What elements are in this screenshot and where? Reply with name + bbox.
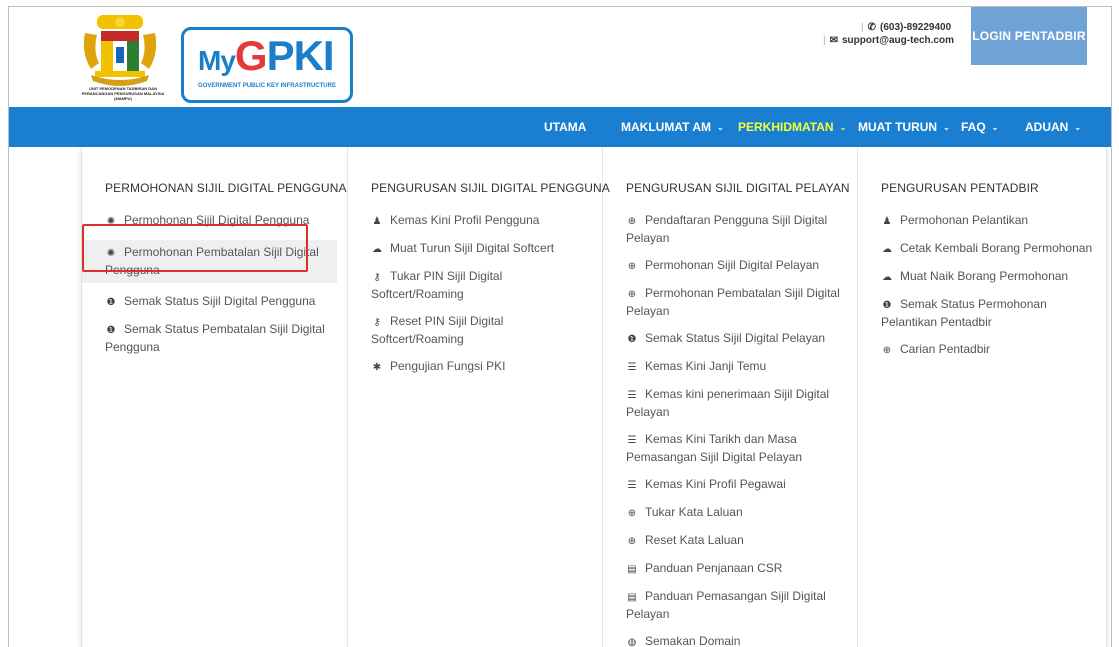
user-icon: ♟ (882, 216, 892, 227)
menu-item[interactable]: ❶ Semak Status Sijil Digital Pelayan (626, 330, 849, 348)
chevron-down-icon: ⌄ (839, 122, 847, 132)
chevron-down-icon: ⌄ (991, 122, 999, 132)
nav-maklumat-am[interactable]: MAKLUMAT AM ⌄ (621, 107, 724, 147)
info-icon: ❶ (627, 334, 637, 345)
menu-item[interactable]: ⊕ Tukar Kata Laluan (626, 504, 849, 522)
menu-column-pengurusan-pelayan: PENGURUSAN SIJIL DIGITAL PELAYAN ⊕ Pendaf… (603, 147, 858, 647)
menu-item[interactable]: ⊕ Reset Kata Laluan (626, 532, 849, 550)
mygpki-logo[interactable]: MyGPKI GOVERNMENT PUBLIC KEY INFRASTRUCT… (181, 27, 353, 103)
menu-item[interactable]: ♟ Permohonan Pelantikan (881, 212, 1098, 230)
nav-utama[interactable]: UTAMA (544, 107, 586, 147)
menu-item[interactable]: ❶ Semak Status Pembatalan Sijil Digital P… (105, 321, 329, 356)
nav-muat-turun[interactable]: MUAT TURUN ⌄ (858, 107, 950, 147)
crest-caption: UNIT PEMODENAN TADBIRAN DAN PERANCANGAN … (81, 86, 165, 101)
user-icon: ♟ (372, 216, 382, 227)
contact-info: | ✆ (603)-89229400 | ✉ support@aug-tech.… (823, 21, 954, 47)
lock-icon: ⊕ (627, 536, 637, 547)
menu-item[interactable]: ☁ Muat Naik Borang Permohonan (881, 268, 1098, 286)
info-icon: ❶ (882, 300, 892, 311)
info-icon: ❶ (106, 297, 116, 308)
lock-icon: ⊕ (627, 508, 637, 519)
key-icon: ⚷ (373, 272, 381, 283)
highlight-annotation-box (82, 224, 308, 272)
logo-wordmark: MyGPKI (198, 32, 335, 79)
main-navbar: UTAMA MAKLUMAT AM ⌄ PERKHIDMATAN ⌄ MUAT TU… (9, 107, 1111, 147)
menu-item[interactable]: ☰ Kemas kini penerimaan Sijil Digital Pel… (626, 386, 849, 421)
document-icon: ▤ (627, 564, 637, 575)
cloud-download-icon: ☁ (372, 244, 382, 255)
column-title: PERMOHONAN SIJIL DIGITAL PENGGUNA (105, 181, 347, 195)
menu-item[interactable]: ☰ Kemas Kini Profil Pegawai (626, 476, 849, 494)
menu-item[interactable]: ⊕ Pendaftaran Pengguna Sijil Digital Pela… (626, 212, 849, 247)
nav-aduan[interactable]: ADUAN ⌄ (1025, 107, 1081, 147)
menu-item[interactable]: ♟ Kemas Kini Profil Pengguna (371, 212, 594, 230)
column-title: PENGURUSAN SIJIL DIGITAL PENGGUNA (371, 181, 610, 195)
menu-list: ♟ Kemas Kini Profil Pengguna ☁ Muat Turun … (371, 212, 594, 386)
menu-item[interactable]: ✱ Pengujian Fungsi PKI (371, 358, 594, 376)
perkhidmatan-mega-menu: PERMOHONAN SIJIL DIGITAL PENGGUNA ✺ Permo… (81, 147, 1107, 647)
menu-list: ⊕ Pendaftaran Pengguna Sijil Digital Pela… (626, 212, 849, 647)
phone-icon: ✆ (867, 22, 876, 33)
login-pentadbir-button[interactable]: LOGIN PENTADBIR (971, 7, 1087, 65)
asterisk-icon: ✱ (372, 362, 382, 373)
menu-item[interactable]: ▤ Panduan Penjanaan CSR (626, 560, 849, 578)
menu-item[interactable]: ▤ Panduan Pemasangan Sijil Digital Pelaya… (626, 588, 849, 623)
nav-faq[interactable]: FAQ ⌄ (961, 107, 998, 147)
menu-item[interactable]: ❶ Semak Status Permohonan Pelantikan Pent… (881, 296, 1098, 331)
menu-column-pentadbir: PENGURUSAN PENTADBIR ♟ Permohonan Pelanti… (858, 147, 1106, 647)
menu-item[interactable]: ⚷ Reset PIN Sijil Digital Softcert/Roamin… (371, 313, 594, 348)
email-address[interactable]: support@aug-tech.com (842, 34, 954, 47)
cloud-upload-icon: ☁ (882, 272, 892, 283)
list-icon: ☰ (627, 390, 637, 401)
logo-subtitle: GOVERNMENT PUBLIC KEY INFRASTRUCTURE (198, 83, 336, 89)
list-icon: ☰ (627, 480, 637, 491)
mail-icon: ✉ (829, 35, 838, 46)
chevron-down-icon: ⌄ (943, 122, 950, 132)
search-icon: ⊕ (882, 345, 892, 356)
lock-icon: ⊕ (627, 216, 637, 227)
list-icon: ☰ (627, 435, 637, 446)
menu-item[interactable]: ◍ Semakan Domain (626, 633, 849, 647)
email-row: | ✉ support@aug-tech.com (823, 34, 954, 47)
menu-column-pengurusan-pengguna: PENGURUSAN SIJIL DIGITAL PENGGUNA ♟ Kemas… (348, 147, 610, 647)
menu-column-permohonan: PERMOHONAN SIJIL DIGITAL PENGGUNA ✺ Permo… (82, 147, 348, 647)
menu-item[interactable]: ☰ Kemas Kini Tarikh dan Masa Pemasangan S… (626, 431, 849, 466)
menu-item[interactable]: ⊕ Carian Pentadbir (881, 341, 1098, 359)
menu-item[interactable]: ☰ Kemas Kini Janji Temu (626, 358, 849, 376)
column-title: PENGURUSAN PENTADBIR (881, 181, 1039, 195)
phone-number: (603)-89229400 (880, 22, 952, 33)
menu-item[interactable]: ❶ Semak Status Sijil Digital Pengguna (105, 293, 329, 311)
menu-item[interactable]: ⊕ Permohonan Sijil Digital Pelayan (626, 257, 849, 275)
menu-item[interactable]: ☁ Muat Turun Sijil Digital Softcert (371, 240, 594, 258)
list-icon: ☰ (627, 362, 637, 373)
info-icon: ❶ (106, 325, 116, 336)
chevron-down-icon: ⌄ (716, 122, 724, 132)
key-icon: ⚷ (373, 317, 381, 328)
lock-icon: ⊕ (627, 289, 637, 300)
lock-icon: ⊕ (627, 261, 637, 272)
menu-item[interactable]: ☁ Cetak Kembali Borang Permohonan (881, 240, 1098, 258)
menu-item[interactable]: ⊕ Permohonan Pembatalan Sijil Digital Pel… (626, 285, 849, 320)
chevron-down-icon: ⌄ (1074, 122, 1082, 132)
column-title: PENGURUSAN SIJIL DIGITAL PELAYAN (626, 181, 850, 195)
document-icon: ▤ (627, 592, 637, 603)
cloud-icon: ☁ (882, 244, 892, 255)
menu-item[interactable]: ⚷ Tukar PIN Sijil Digital Softcert/Roamin… (371, 268, 594, 303)
nav-perkhidmatan[interactable]: PERKHIDMATAN ⌄ (738, 107, 846, 147)
menu-list: ♟ Permohonan Pelantikan ☁ Cetak Kembali Bo… (881, 212, 1098, 369)
phone-row: | ✆ (603)-89229400 (861, 22, 952, 33)
globe-icon: ◍ (627, 637, 637, 647)
site-header: UNIT PEMODENAN TADBIRAN DAN PERANCANGAN … (9, 7, 1111, 107)
page-frame: UNIT PEMODENAN TADBIRAN DAN PERANCANGAN … (8, 6, 1112, 647)
